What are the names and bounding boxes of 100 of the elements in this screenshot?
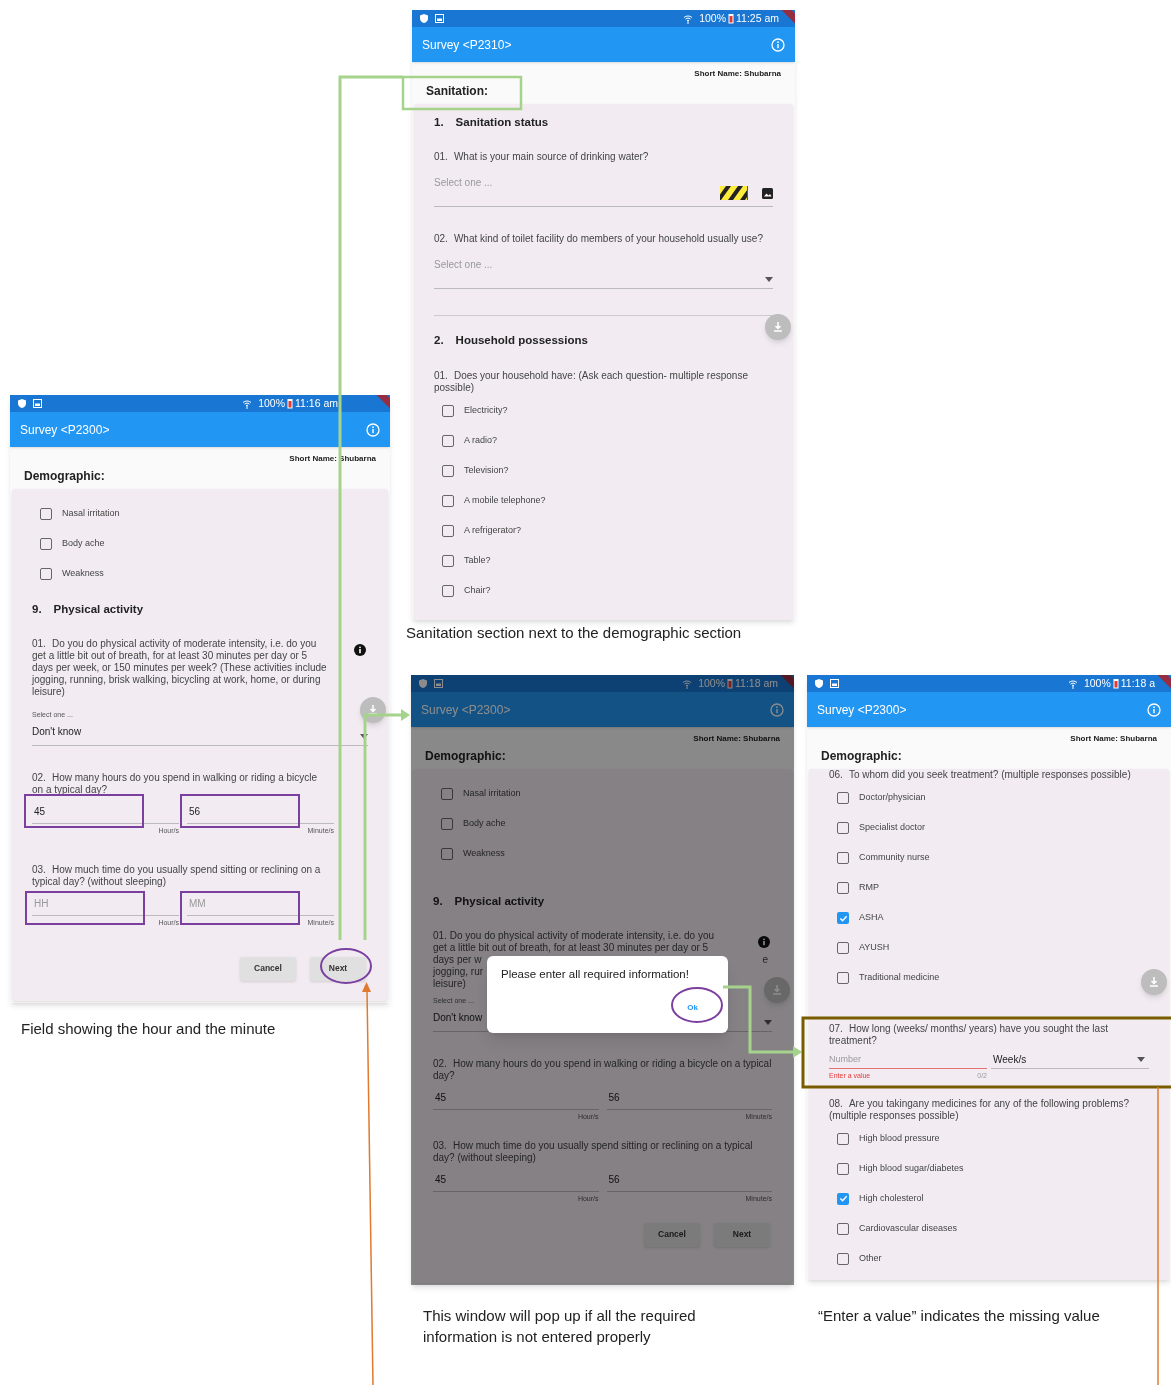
checkbox[interactable] xyxy=(442,404,454,417)
dropdown-arrow-icon xyxy=(764,1019,772,1025)
image-icon xyxy=(434,679,443,688)
clock: 11:18 am xyxy=(735,675,778,691)
minute-field[interactable]: 56 xyxy=(606,1085,772,1110)
shield-icon xyxy=(18,399,26,408)
field-placeholder: Select one ... xyxy=(434,176,493,191)
hour-field[interactable]: 45 xyxy=(32,799,179,824)
checkbox[interactable] xyxy=(40,538,52,550)
checkbox[interactable] xyxy=(441,818,453,830)
checkbox-label: Television? xyxy=(464,463,509,477)
checkbox[interactable] xyxy=(837,1252,849,1265)
image-icon xyxy=(830,679,839,688)
wifi-icon xyxy=(1067,678,1078,689)
checkbox[interactable] xyxy=(837,942,849,954)
checkbox[interactable] xyxy=(442,494,454,507)
checkbox[interactable] xyxy=(442,434,454,447)
action-button[interactable]: Next xyxy=(310,956,366,981)
checkbox-label: High blood pressure xyxy=(859,1131,940,1145)
dialog-message: Please enter all required information! xyxy=(501,967,690,983)
shield-icon xyxy=(815,679,823,688)
section-number: 9. xyxy=(433,894,443,909)
checkbox-label: Chair? xyxy=(464,583,491,597)
section-number: 1. xyxy=(434,115,444,130)
short-name: Short Name: Shubarna xyxy=(693,733,780,745)
checkbox[interactable] xyxy=(837,822,849,834)
ok-button[interactable]: Ok xyxy=(683,1001,702,1014)
checkbox[interactable] xyxy=(837,1222,849,1235)
question-text: 02. How many hours do you spend in walking or riding a bicycle on a typical day? xyxy=(433,1057,772,1082)
checkbox-label: Specialist doctor xyxy=(859,821,926,835)
highlight-ellipse xyxy=(671,987,723,1023)
checkbox[interactable] xyxy=(837,792,849,804)
unit-dropdown[interactable]: Week/s xyxy=(991,1051,1149,1069)
section-number: 2. xyxy=(434,333,444,349)
minute-field[interactable]: MM xyxy=(187,892,334,917)
checkbox[interactable] xyxy=(441,788,453,800)
clock: 11:25 am xyxy=(736,10,779,26)
section-title: Demographic: xyxy=(24,468,106,485)
action-button[interactable]: Next xyxy=(714,1222,770,1247)
checkbox[interactable] xyxy=(837,882,849,894)
section-title: Demographic: xyxy=(425,748,507,765)
checkbox-label: Weakness xyxy=(463,847,505,861)
checkbox-label: A mobile telephone? xyxy=(464,493,546,507)
battery-icon xyxy=(1112,678,1119,689)
checkbox[interactable] xyxy=(442,524,454,537)
question-text: 02. What kind of toilet facility do members of your household usually use? xyxy=(434,233,764,246)
wifi-icon xyxy=(682,678,693,689)
info-icon[interactable] xyxy=(354,644,366,657)
checkbox[interactable] xyxy=(837,1132,849,1145)
checkbox[interactable] xyxy=(40,568,52,580)
image-icon xyxy=(33,399,42,408)
checkbox-label: High blood sugar/diabetes xyxy=(859,1161,964,1175)
checkbox-label: Table? xyxy=(464,553,491,567)
checkbox[interactable] xyxy=(837,1192,849,1205)
checkbox[interactable] xyxy=(837,1162,849,1175)
checkbox-label: Weakness xyxy=(62,567,104,581)
checkbox[interactable] xyxy=(837,972,849,984)
section-title: Sanitation: xyxy=(426,83,489,100)
battery-level: 100% xyxy=(698,675,725,691)
clock: 11:16 am xyxy=(295,395,338,411)
highlight-ellipse xyxy=(320,948,372,984)
checkbox[interactable] xyxy=(442,464,454,477)
checkbox[interactable] xyxy=(441,848,453,860)
minute-field[interactable]: 56 xyxy=(187,799,334,824)
checkbox[interactable] xyxy=(837,912,849,924)
download-icon xyxy=(1149,977,1159,987)
figure-caption: Field showing the hour and the minute xyxy=(21,1019,277,1039)
checkbox-label: Other xyxy=(859,1251,882,1265)
app-title: Survey <P2310> xyxy=(422,36,512,54)
overflow-stripes-drawing xyxy=(720,186,748,201)
section-heading: Household possessions xyxy=(455,333,588,349)
number-field[interactable]: Number xyxy=(829,1051,987,1069)
dropdown-field[interactable]: Select one ... xyxy=(434,175,773,208)
checkbox[interactable] xyxy=(442,584,454,597)
action-button[interactable]: Cancel xyxy=(644,1222,700,1247)
checkbox-label: A refrigerator? xyxy=(464,523,522,537)
checkbox[interactable] xyxy=(837,852,849,864)
question-text: e xyxy=(762,954,768,967)
battery-level: 100% xyxy=(258,395,285,411)
checkbox-label: A radio? xyxy=(464,433,498,447)
checkbox[interactable] xyxy=(442,554,454,567)
hour-field[interactable]: 45 xyxy=(433,1168,599,1193)
figure-caption: Sanitation section next to the demographic section xyxy=(406,623,743,643)
section-number: 9. xyxy=(32,602,42,617)
figure-caption: This window will pop up if all the required information is not entered properly xyxy=(423,1306,697,1347)
field-placeholder: Select one ... xyxy=(434,258,493,273)
app-title: Survey <P2300> xyxy=(817,701,907,719)
minute-field[interactable]: 56 xyxy=(606,1168,772,1193)
action-button[interactable]: Cancel xyxy=(240,956,296,981)
checkbox-label: AYUSH xyxy=(859,941,890,955)
question-text: 07. How long (weeks/ months/ years) have you sought the last treatment? xyxy=(829,1023,1109,1047)
question-text: jogging, rur xyxy=(433,966,484,979)
dropdown-field[interactable]: Select one ... xyxy=(434,257,773,290)
download-icon xyxy=(368,705,378,715)
hour-field[interactable]: 45 xyxy=(433,1085,599,1110)
checkbox-label: Nasal irritation xyxy=(62,507,120,521)
checkbox[interactable] xyxy=(40,508,52,520)
checkbox-label: Body ache xyxy=(62,537,105,551)
checkbox-label: Body ache xyxy=(463,817,506,831)
checkbox-label: ASHA xyxy=(859,911,884,925)
